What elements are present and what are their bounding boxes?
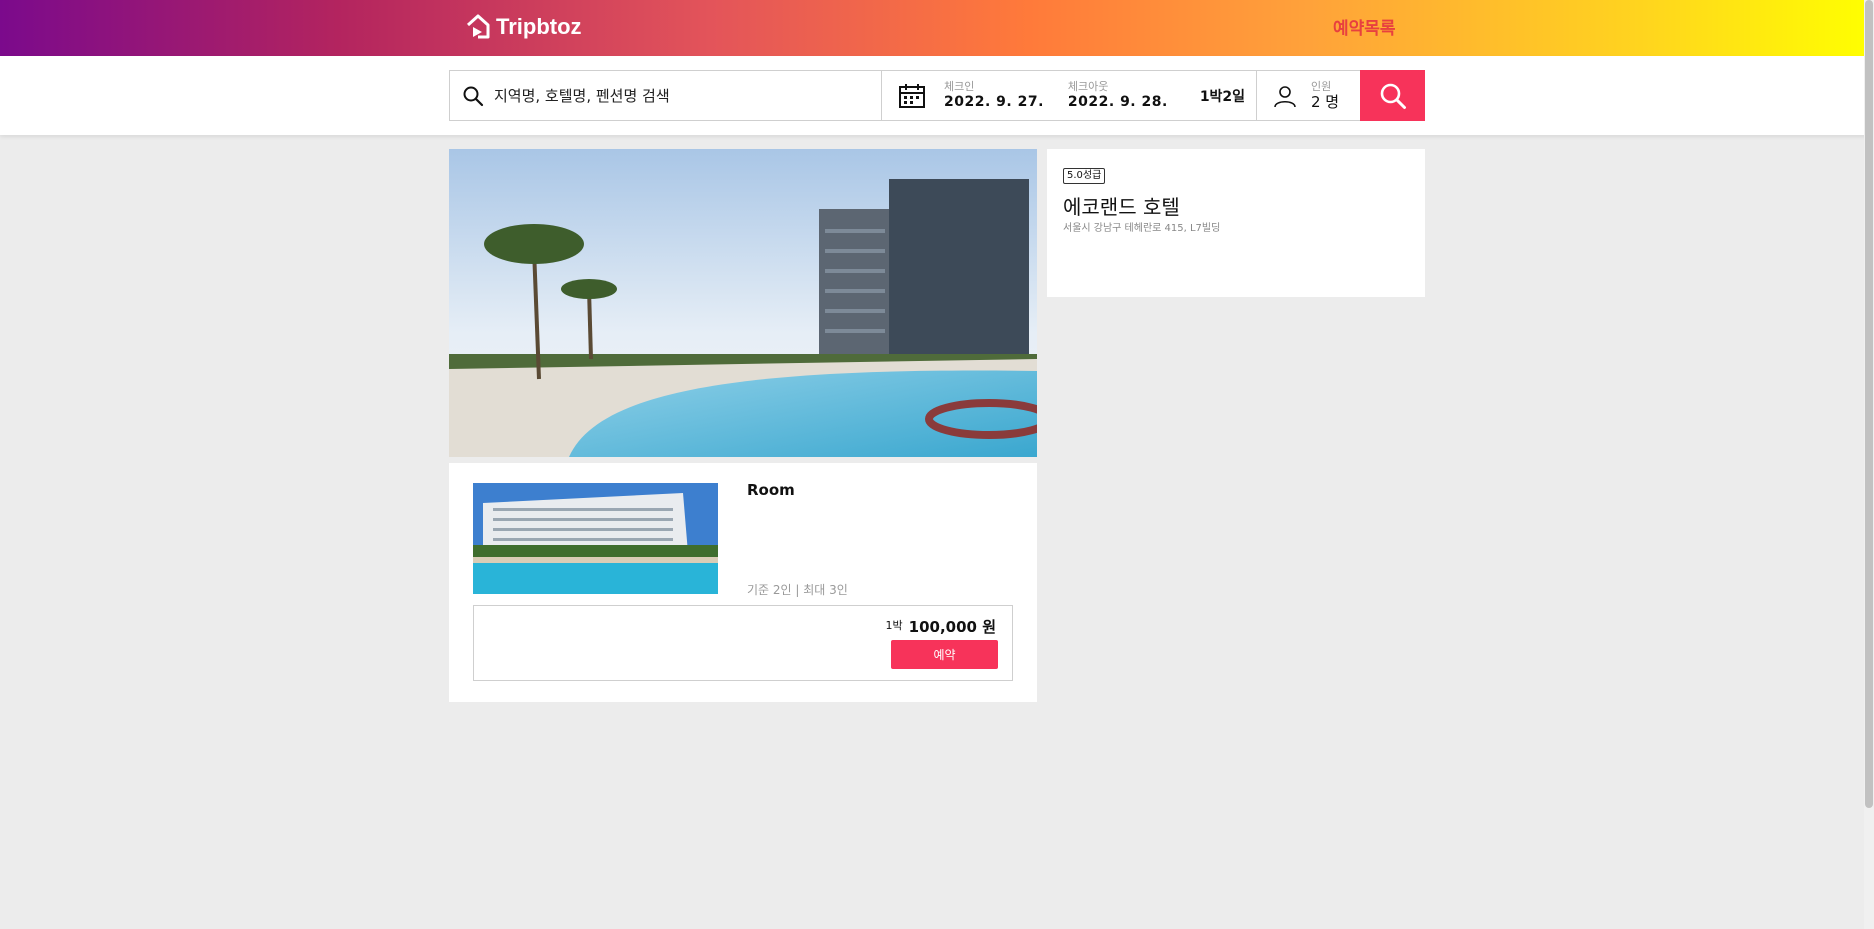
search-bar-row: 체크인 2022. 9. 27. 체크아웃 2022. 9. 28. 1박2일 …	[0, 56, 1870, 135]
room-title: Room	[747, 481, 795, 499]
checkin-label: 체크인	[944, 79, 975, 93]
search-query-field[interactable]	[450, 71, 882, 120]
logo-icon	[466, 14, 490, 39]
date-picker[interactable]: 체크인 2022. 9. 27. 체크아웃 2022. 9. 28. 1박2일	[882, 71, 1257, 120]
person-icon	[1274, 85, 1296, 107]
calendar-icon	[899, 83, 925, 108]
guests-block: 인원 2 명	[1311, 79, 1340, 111]
room-thumbnail	[473, 483, 718, 594]
grade-badge: 5.0성급	[1063, 168, 1106, 184]
night-label: 1박	[885, 619, 903, 632]
room-capacity: 기준 2인 | 최대 3인	[747, 583, 848, 597]
room-price: 100,000 원	[908, 618, 996, 636]
search-input[interactable]	[494, 86, 874, 105]
checkout-block[interactable]: 체크아웃 2022. 9. 28.	[1067, 79, 1168, 111]
top-header: Tripbtoz 예약목록	[0, 0, 1870, 56]
checkin-block[interactable]: 체크인 2022. 9. 27.	[944, 79, 1044, 111]
price-box: 1박 100,000 원 예약	[473, 605, 1013, 681]
reservations-link[interactable]: 예약목록	[1333, 14, 1396, 39]
hotel-address: 서울시 강남구 테헤란로 415, L7빌딩	[1063, 223, 1221, 234]
checkout-label: 체크아웃	[1067, 79, 1109, 93]
page-scrollbar[interactable]	[1864, 0, 1874, 929]
nights-count: 1박2일	[1199, 88, 1246, 105]
brand-logo[interactable]: Tripbtoz	[464, 12, 582, 42]
guests-label: 인원	[1311, 79, 1332, 93]
search-icon	[463, 86, 484, 106]
brand-name: Tripbtoz	[496, 14, 582, 39]
price-line: 1박 100,000 원	[886, 616, 996, 637]
search-icon	[1380, 83, 1406, 109]
checkout-value: 2022. 9. 28.	[1067, 93, 1168, 110]
search-button[interactable]	[1360, 70, 1425, 121]
search-box: 체크인 2022. 9. 27. 체크아웃 2022. 9. 28. 1박2일 …	[449, 70, 1425, 121]
book-button[interactable]: 예약	[891, 640, 998, 669]
guests-picker[interactable]: 인원 2 명	[1257, 71, 1360, 120]
scrollbar-thumb[interactable]	[1865, 0, 1873, 808]
room-card: Room 기준 2인 | 최대 3인 1박 100,000 원 예약	[449, 463, 1037, 702]
hotel-info-card: 5.0성급 에코랜드 호텔 서울시 강남구 테헤란로 415, L7빌딩	[1047, 149, 1425, 297]
hotel-hero-image	[449, 149, 1037, 457]
checkin-value: 2022. 9. 27.	[944, 93, 1044, 110]
guests-value: 2 명	[1311, 92, 1340, 111]
hotel-name: 에코랜드 호텔	[1063, 195, 1180, 219]
